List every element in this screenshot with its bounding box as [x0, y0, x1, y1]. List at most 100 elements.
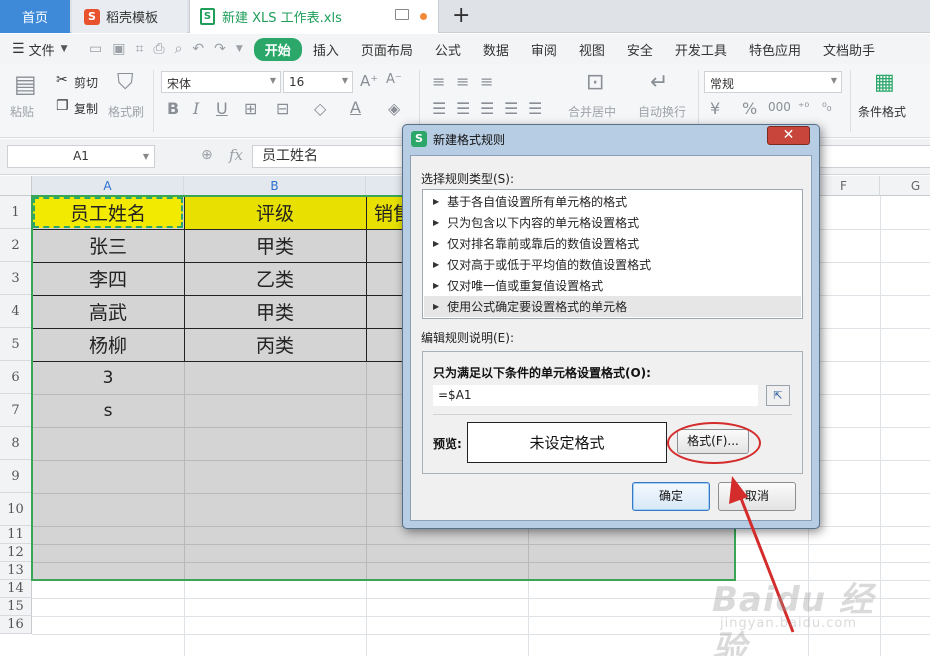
cell-a3[interactable]: 李四 [32, 262, 184, 295]
cut-label[interactable]: 剪切 [74, 74, 98, 91]
row-header-9[interactable]: 9 [0, 460, 32, 493]
copy-label[interactable]: 复制 [74, 100, 98, 117]
ok-button[interactable]: 确定 [632, 482, 710, 511]
row-header-4[interactable]: 4 [0, 295, 32, 328]
tab-docer-template[interactable]: S 稻壳模板 [72, 0, 187, 33]
customize-chevron-icon[interactable]: ▼ [236, 44, 243, 54]
close-button[interactable]: ✕ [767, 126, 810, 145]
export-icon[interactable]: ⌗ [135, 41, 143, 57]
cell-b1[interactable]: 评级 [184, 196, 366, 229]
menu-view[interactable]: 视图 [568, 40, 616, 59]
paste-label[interactable]: 粘贴 [10, 103, 34, 120]
redo-icon[interactable]: ↷ [214, 41, 226, 57]
conditional-format-icon[interactable]: ▦ [874, 70, 895, 95]
align-center-icon[interactable]: ☰ [456, 99, 470, 118]
range-picker-icon[interactable]: ⇱ [766, 385, 790, 406]
print-preview-icon[interactable]: ⌕ [175, 41, 183, 57]
wrap-text-icon[interactable]: ↵ [650, 70, 668, 95]
eraser-icon[interactable]: ◈ [388, 99, 400, 118]
row-header-10[interactable]: 10 [0, 493, 32, 526]
align-middle-icon[interactable]: ≡ [456, 72, 469, 91]
font-name-select[interactable]: 宋体 ▼ [161, 71, 281, 93]
cell-a7[interactable]: s [32, 394, 184, 427]
paste-icon[interactable]: ▤ [14, 70, 37, 98]
conditional-format-label[interactable]: 条件格式 [858, 103, 906, 120]
format-painter-label[interactable]: 格式刷 [108, 103, 144, 120]
decrease-font-icon[interactable]: A⁻ [386, 72, 402, 87]
format-painter-icon[interactable]: ⛉ [117, 70, 134, 95]
row-header-11[interactable]: 11 [0, 526, 32, 544]
select-all-corner[interactable] [0, 176, 32, 196]
name-box[interactable]: A1 ▼ [7, 145, 155, 168]
column-header-a[interactable]: A [32, 176, 184, 196]
copy-icon[interactable]: ❐ [56, 98, 69, 114]
save-icon[interactable]: ▣ [112, 41, 125, 57]
rule-type-item[interactable]: ▶ 仅对排名靠前或靠后的数值设置格式 [424, 233, 801, 254]
percent-icon[interactable]: % [742, 99, 757, 118]
menu-data[interactable]: 数据 [472, 40, 520, 59]
fill-color-icon[interactable]: ◇ [314, 99, 326, 118]
new-tab-plus-icon[interactable]: + [452, 3, 470, 28]
row-header-12[interactable]: 12 [0, 544, 32, 562]
number-format-select[interactable]: 常规 ▼ [704, 71, 842, 93]
bold-icon[interactable]: B [167, 99, 179, 118]
monitor-icon[interactable] [395, 9, 409, 20]
underline-icon[interactable]: U [216, 99, 228, 118]
condition-formula-input[interactable]: =$A1 [433, 385, 758, 406]
rule-type-item[interactable]: ▶ 仅对高于或低于平均值的数值设置格式 [424, 254, 801, 275]
distribute-icon[interactable]: ☰ [528, 99, 542, 118]
menu-file[interactable]: ☰ 文件 ▼ [0, 40, 84, 59]
undo-icon[interactable]: ↶ [192, 41, 204, 57]
cell-a6[interactable]: 3 [32, 361, 184, 394]
menu-special-apps[interactable]: 特色应用 [738, 40, 812, 59]
tab-current-file[interactable]: S 新建 XLS 工作表.xls [189, 0, 439, 33]
rule-type-item[interactable]: ▶ 仅对唯一值或重复值设置格式 [424, 275, 801, 296]
row-header-16[interactable]: 16 [0, 616, 32, 634]
increase-decimal-icon[interactable]: ⁺⁰ [798, 100, 809, 114]
menu-page-layout[interactable]: 页面布局 [350, 40, 424, 59]
row-header-7[interactable]: 7 [0, 394, 32, 427]
align-bottom-icon[interactable]: ≡ [480, 72, 493, 91]
open-folder-icon[interactable]: ▭ [89, 41, 102, 57]
menu-doc-assistant[interactable]: 文档助手 [812, 40, 886, 59]
thousands-icon[interactable]: 000 [768, 100, 791, 114]
rule-type-item[interactable]: ▶ 基于各自值设置所有单元格的格式 [424, 191, 801, 212]
align-top-icon[interactable]: ≡ [432, 72, 445, 91]
cell-a1-active[interactable]: 员工姓名 [33, 197, 183, 228]
row-header-14[interactable]: 14 [0, 580, 32, 598]
cell-a4[interactable]: 高武 [32, 295, 184, 328]
cancel-button[interactable]: 取消 [718, 482, 796, 511]
font-size-select[interactable]: 16 ▼ [283, 71, 353, 93]
italic-icon[interactable]: I [193, 99, 199, 118]
row-header-15[interactable]: 15 [0, 598, 32, 616]
print-icon[interactable]: ⎙ [153, 41, 164, 57]
cell-b5[interactable]: 丙类 [184, 328, 366, 361]
menu-review[interactable]: 审阅 [520, 40, 568, 59]
rule-type-item-selected[interactable]: ▶ 使用公式确定要设置格式的单元格 [424, 296, 801, 317]
row-header-3[interactable]: 3 [0, 262, 32, 295]
menu-start[interactable]: 开始 [253, 37, 302, 61]
cell-a2[interactable]: 张三 [32, 229, 184, 262]
wrap-text-label[interactable]: 自动换行 [638, 103, 686, 120]
decrease-decimal-icon[interactable]: ⁰₀ [822, 100, 832, 114]
cell-b4[interactable]: 甲类 [184, 295, 366, 328]
increase-font-icon[interactable]: A⁺ [360, 72, 378, 90]
align-left-icon[interactable]: ☰ [432, 99, 446, 118]
cell-a5[interactable]: 杨柳 [32, 328, 184, 361]
tab-home[interactable]: 首页 [0, 0, 70, 33]
currency-icon[interactable]: ¥ [710, 99, 720, 118]
font-color-icon[interactable]: A [350, 98, 361, 117]
rule-type-list[interactable]: ▶ 基于各自值设置所有单元格的格式 ▶ 只为包含以下内容的单元格设置格式 ▶ 仅对排名… [422, 189, 803, 319]
align-right-icon[interactable]: ☰ [480, 99, 494, 118]
menu-formula[interactable]: 公式 [424, 40, 472, 59]
row-header-8[interactable]: 8 [0, 427, 32, 460]
cell-b3[interactable]: 乙类 [184, 262, 366, 295]
menu-security[interactable]: 安全 [616, 40, 664, 59]
merge-center-icon[interactable]: ⊡ [586, 70, 604, 95]
column-header-b[interactable]: B [184, 176, 366, 196]
menu-developer[interactable]: 开发工具 [664, 40, 738, 59]
border-icon[interactable]: ⊞ [244, 99, 257, 118]
zoom-search-icon[interactable]: ⊕ [201, 147, 213, 163]
column-header-g[interactable]: G [880, 176, 930, 196]
cell-b2[interactable]: 甲类 [184, 229, 366, 262]
